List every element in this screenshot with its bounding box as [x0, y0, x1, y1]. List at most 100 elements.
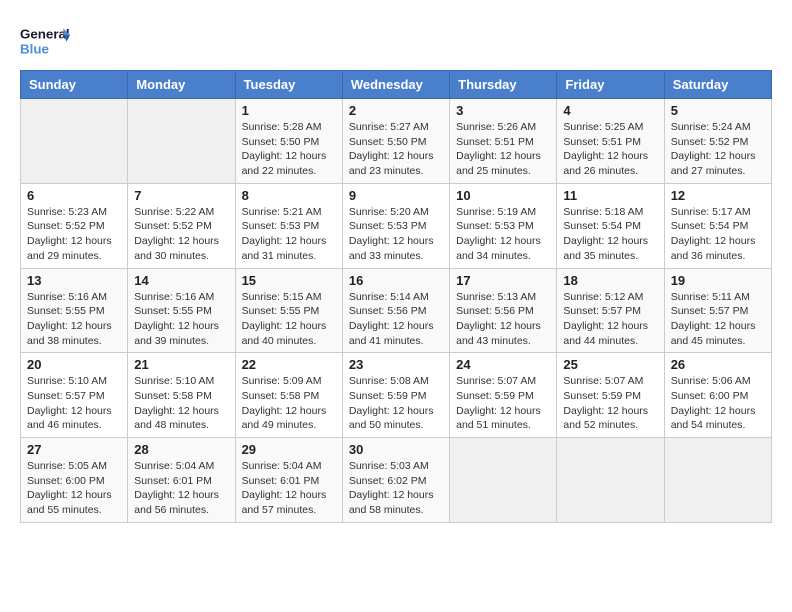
- day-number: 13: [27, 273, 121, 288]
- day-number: 24: [456, 357, 550, 372]
- day-info: Sunrise: 5:04 AM Sunset: 6:01 PM Dayligh…: [134, 459, 228, 518]
- svg-text:Blue: Blue: [20, 41, 49, 56]
- weekday-header-friday: Friday: [557, 71, 664, 99]
- day-number: 10: [456, 188, 550, 203]
- day-info: Sunrise: 5:19 AM Sunset: 5:53 PM Dayligh…: [456, 205, 550, 264]
- weekday-header-saturday: Saturday: [664, 71, 771, 99]
- calendar-cell: 6Sunrise: 5:23 AM Sunset: 5:52 PM Daylig…: [21, 183, 128, 268]
- day-info: Sunrise: 5:07 AM Sunset: 5:59 PM Dayligh…: [563, 374, 657, 433]
- day-info: Sunrise: 5:16 AM Sunset: 5:55 PM Dayligh…: [27, 290, 121, 349]
- calendar-cell: 14 Sunrise: 5:16 AM Sunset: 5:55 PM Dayli…: [128, 268, 235, 353]
- day-info: Sunrise: 5:09 AM Sunset: 5:58 PM Dayligh…: [242, 374, 336, 433]
- weekday-header-thursday: Thursday: [450, 71, 557, 99]
- day-info: Sunrise: 5:22 AM Sunset: 5:52 PM Dayligh…: [134, 205, 228, 264]
- day-number: 3: [456, 103, 550, 118]
- day-number: 9: [349, 188, 443, 203]
- day-info: Sunrise: 5:15 AM Sunset: 5:55 PM Dayligh…: [242, 290, 336, 349]
- day-number: 7: [134, 188, 228, 203]
- day-info: Sunrise: 5:06 AM Sunset: 6:00 PM Dayligh…: [671, 374, 765, 433]
- weekday-header-wednesday: Wednesday: [342, 71, 449, 99]
- calendar-cell: 16 Sunrise: 5:14 AM Sunset: 5:56 PM Dayli…: [342, 268, 449, 353]
- calendar-cell: 27 Sunrise: 5:05 AM Sunset: 6:00 PM Dayli…: [21, 438, 128, 523]
- day-number: 26: [671, 357, 765, 372]
- day-number: 20: [27, 357, 121, 372]
- day-number: 5: [671, 103, 765, 118]
- calendar-cell: 5Sunrise: 5:24 AM Sunset: 5:52 PM Daylig…: [664, 99, 771, 184]
- calendar-cell: 18Sunrise: 5:12 AM Sunset: 5:57 PM Dayli…: [557, 268, 664, 353]
- day-info: Sunrise: 5:04 AM Sunset: 6:01 PM Dayligh…: [242, 459, 336, 518]
- calendar-cell: 3 Sunrise: 5:26 AM Sunset: 5:51 PM Daylig…: [450, 99, 557, 184]
- calendar-week-5: 27 Sunrise: 5:05 AM Sunset: 6:00 PM Dayli…: [21, 438, 772, 523]
- calendar-cell: 26 Sunrise: 5:06 AM Sunset: 6:00 PM Dayli…: [664, 353, 771, 438]
- day-number: 12: [671, 188, 765, 203]
- calendar-cell: 23Sunrise: 5:08 AM Sunset: 5:59 PM Dayli…: [342, 353, 449, 438]
- day-number: 14: [134, 273, 228, 288]
- calendar-cell: 7 Sunrise: 5:22 AM Sunset: 5:52 PM Daylig…: [128, 183, 235, 268]
- logo: General Blue: [20, 20, 70, 60]
- calendar-week-2: 6Sunrise: 5:23 AM Sunset: 5:52 PM Daylig…: [21, 183, 772, 268]
- day-number: 15: [242, 273, 336, 288]
- calendar-cell: 21Sunrise: 5:10 AM Sunset: 5:58 PM Dayli…: [128, 353, 235, 438]
- day-number: 28: [134, 442, 228, 457]
- day-info: Sunrise: 5:07 AM Sunset: 5:59 PM Dayligh…: [456, 374, 550, 433]
- calendar-cell: 28 Sunrise: 5:04 AM Sunset: 6:01 PM Dayli…: [128, 438, 235, 523]
- day-info: Sunrise: 5:26 AM Sunset: 5:51 PM Dayligh…: [456, 120, 550, 179]
- day-info: Sunrise: 5:25 AM Sunset: 5:51 PM Dayligh…: [563, 120, 657, 179]
- day-number: 19: [671, 273, 765, 288]
- calendar-week-4: 20Sunrise: 5:10 AM Sunset: 5:57 PM Dayli…: [21, 353, 772, 438]
- calendar-cell: [557, 438, 664, 523]
- calendar-cell: 29 Sunrise: 5:04 AM Sunset: 6:01 PM Dayli…: [235, 438, 342, 523]
- calendar-cell: 30 Sunrise: 5:03 AM Sunset: 6:02 PM Dayli…: [342, 438, 449, 523]
- calendar-cell: [664, 438, 771, 523]
- calendar-cell: 25 Sunrise: 5:07 AM Sunset: 5:59 PM Dayli…: [557, 353, 664, 438]
- day-info: Sunrise: 5:08 AM Sunset: 5:59 PM Dayligh…: [349, 374, 443, 433]
- day-info: Sunrise: 5:03 AM Sunset: 6:02 PM Dayligh…: [349, 459, 443, 518]
- svg-text:General: General: [20, 26, 70, 41]
- calendar-cell: 20Sunrise: 5:10 AM Sunset: 5:57 PM Dayli…: [21, 353, 128, 438]
- calendar-cell: 22 Sunrise: 5:09 AM Sunset: 5:58 PM Dayli…: [235, 353, 342, 438]
- logo-icon: General Blue: [20, 20, 70, 60]
- day-number: 21: [134, 357, 228, 372]
- day-info: Sunrise: 5:28 AM Sunset: 5:50 PM Dayligh…: [242, 120, 336, 179]
- day-number: 22: [242, 357, 336, 372]
- day-number: 25: [563, 357, 657, 372]
- day-number: 6: [27, 188, 121, 203]
- day-number: 16: [349, 273, 443, 288]
- day-info: Sunrise: 5:27 AM Sunset: 5:50 PM Dayligh…: [349, 120, 443, 179]
- day-info: Sunrise: 5:16 AM Sunset: 5:55 PM Dayligh…: [134, 290, 228, 349]
- day-info: Sunrise: 5:18 AM Sunset: 5:54 PM Dayligh…: [563, 205, 657, 264]
- day-number: 2: [349, 103, 443, 118]
- day-info: Sunrise: 5:05 AM Sunset: 6:00 PM Dayligh…: [27, 459, 121, 518]
- day-number: 18: [563, 273, 657, 288]
- weekday-header-tuesday: Tuesday: [235, 71, 342, 99]
- day-number: 29: [242, 442, 336, 457]
- calendar-cell: 13 Sunrise: 5:16 AM Sunset: 5:55 PM Dayli…: [21, 268, 128, 353]
- day-number: 30: [349, 442, 443, 457]
- day-info: Sunrise: 5:11 AM Sunset: 5:57 PM Dayligh…: [671, 290, 765, 349]
- day-info: Sunrise: 5:17 AM Sunset: 5:54 PM Dayligh…: [671, 205, 765, 264]
- calendar-cell: 9 Sunrise: 5:20 AM Sunset: 5:53 PM Daylig…: [342, 183, 449, 268]
- day-info: Sunrise: 5:14 AM Sunset: 5:56 PM Dayligh…: [349, 290, 443, 349]
- calendar-cell: 1 Sunrise: 5:28 AM Sunset: 5:50 PM Daylig…: [235, 99, 342, 184]
- day-number: 17: [456, 273, 550, 288]
- weekday-header-row: SundayMondayTuesdayWednesdayThursdayFrid…: [21, 71, 772, 99]
- page-header: General Blue: [20, 20, 772, 60]
- day-info: Sunrise: 5:20 AM Sunset: 5:53 PM Dayligh…: [349, 205, 443, 264]
- calendar-cell: 24 Sunrise: 5:07 AM Sunset: 5:59 PM Dayli…: [450, 353, 557, 438]
- weekday-header-sunday: Sunday: [21, 71, 128, 99]
- day-number: 8: [242, 188, 336, 203]
- weekday-header-monday: Monday: [128, 71, 235, 99]
- day-number: 1: [242, 103, 336, 118]
- calendar-cell: 15 Sunrise: 5:15 AM Sunset: 5:55 PM Dayli…: [235, 268, 342, 353]
- calendar-cell: 10 Sunrise: 5:19 AM Sunset: 5:53 PM Dayli…: [450, 183, 557, 268]
- calendar-table: SundayMondayTuesdayWednesdayThursdayFrid…: [20, 70, 772, 523]
- calendar-cell: [21, 99, 128, 184]
- day-info: Sunrise: 5:21 AM Sunset: 5:53 PM Dayligh…: [242, 205, 336, 264]
- calendar-cell: 2 Sunrise: 5:27 AM Sunset: 5:50 PM Daylig…: [342, 99, 449, 184]
- calendar-week-1: 1 Sunrise: 5:28 AM Sunset: 5:50 PM Daylig…: [21, 99, 772, 184]
- day-number: 27: [27, 442, 121, 457]
- calendar-cell: 19 Sunrise: 5:11 AM Sunset: 5:57 PM Dayli…: [664, 268, 771, 353]
- calendar-cell: 17Sunrise: 5:13 AM Sunset: 5:56 PM Dayli…: [450, 268, 557, 353]
- calendar-week-3: 13 Sunrise: 5:16 AM Sunset: 5:55 PM Dayli…: [21, 268, 772, 353]
- day-number: 11: [563, 188, 657, 203]
